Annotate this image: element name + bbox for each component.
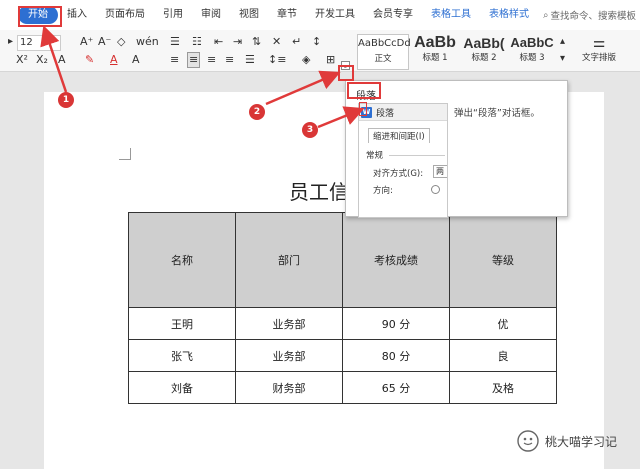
arrow-3 bbox=[317, 106, 365, 129]
step-badge-3: 3 bbox=[302, 122, 318, 138]
wechat-logo-icon bbox=[517, 430, 539, 452]
step-badge-2: 2 bbox=[249, 104, 265, 120]
arrow-2 bbox=[265, 70, 341, 106]
watermark-text: 桃大喵学习记 bbox=[545, 434, 618, 449]
watermark: 桃大喵学习记 bbox=[517, 430, 617, 452]
arrow-1 bbox=[40, 25, 68, 93]
step-badge-1: 1 bbox=[58, 92, 74, 108]
annotation-arrows bbox=[40, 25, 365, 129]
